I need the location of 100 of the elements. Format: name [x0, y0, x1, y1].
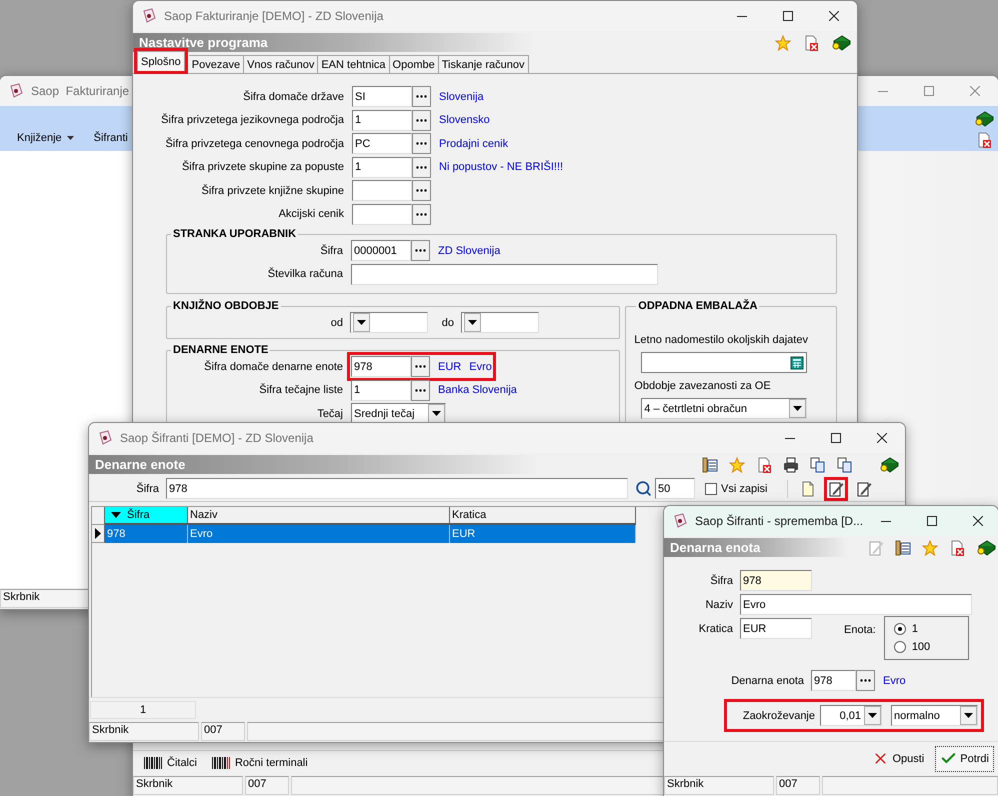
checkbox[interactable]	[705, 482, 717, 494]
code-field[interactable]: PC	[352, 133, 412, 154]
help-book-icon[interactable]	[831, 34, 851, 52]
confirm-button[interactable]: Potrdi	[935, 746, 994, 772]
dropdown-button[interactable]	[464, 313, 481, 332]
browse-button[interactable]	[411, 380, 430, 400]
dropdown-button[interactable]	[960, 706, 977, 725]
cancel-button[interactable]: Opusti	[867, 746, 930, 772]
limit-field[interactable]: 50	[655, 478, 695, 499]
columns-icon[interactable]	[702, 456, 718, 472]
code-field[interactable]: 1	[352, 110, 412, 130]
field-label: Naziv	[704, 598, 733, 610]
printer-icon[interactable]	[783, 456, 799, 472]
menu-item[interactable]: Šifranti	[94, 132, 128, 144]
field-label: Denarna enota	[730, 674, 804, 686]
close-icon	[973, 516, 984, 526]
delete-document-icon[interactable]	[976, 132, 992, 148]
field-label: Kratica	[698, 622, 733, 634]
code-field[interactable]: SI	[352, 86, 412, 107]
toolbar-button[interactable]: Čitalci	[143, 756, 197, 770]
text-field[interactable]	[351, 264, 658, 284]
ellipsis-icon	[416, 189, 427, 192]
tab[interactable]: Opombe	[390, 55, 439, 73]
columns-icon[interactable]	[895, 540, 911, 556]
radio-button[interactable]	[894, 623, 906, 635]
column-header[interactable]: Šifra	[105, 507, 188, 525]
search-field[interactable]: 978	[166, 478, 628, 499]
browse-button[interactable]	[411, 356, 430, 377]
code-field[interactable]	[352, 204, 412, 224]
delete-document-icon[interactable]	[803, 34, 819, 50]
field-label: Šifra tečajne liste	[258, 384, 343, 396]
tab[interactable]: Vnos računov	[244, 55, 318, 73]
field-label: Obdobje zavezanosti za OE	[634, 380, 772, 392]
star-icon[interactable]	[775, 34, 791, 50]
browse-button[interactable]	[412, 86, 431, 107]
star-icon[interactable]	[729, 456, 745, 472]
dropdown-button[interactable]	[789, 399, 806, 418]
caret-icon	[793, 406, 802, 411]
dropdown-field[interactable]	[350, 312, 428, 333]
group-title: DENARNE ENOTE	[172, 345, 270, 356]
code-field[interactable]: 978	[351, 356, 411, 377]
amount-field[interactable]	[641, 352, 808, 373]
delete-document-icon[interactable]	[949, 540, 965, 556]
help-book-icon[interactable]	[976, 538, 996, 556]
delete-document-icon[interactable]	[756, 456, 772, 472]
app-icon	[672, 513, 688, 529]
group-title: KNJIŽNO OBDOBJE	[172, 301, 280, 312]
dropdown-button[interactable]	[864, 706, 881, 725]
barcode-icon[interactable]	[143, 756, 163, 770]
barcode-icon[interactable]	[210, 756, 231, 770]
table-row[interactable]: 978 Evro EUR	[92, 525, 636, 543]
menu-item[interactable]: Knjiženje	[17, 132, 74, 144]
edit-icon[interactable]	[856, 480, 872, 496]
browse-button[interactable]	[412, 204, 431, 224]
help-book-icon[interactable]	[974, 110, 994, 128]
code-field[interactable]: 978	[811, 670, 856, 691]
toolbar-button[interactable]: Ročni terminali	[210, 756, 308, 770]
tab[interactable]: EAN tehtnica	[318, 55, 390, 73]
column-header[interactable]: Kratica	[450, 507, 636, 525]
code-field[interactable]: 0000001	[351, 240, 411, 261]
help-book-icon[interactable]	[879, 456, 899, 474]
dropdown-field[interactable]: normalno	[891, 705, 978, 726]
status-cell: 007	[245, 776, 289, 795]
name-field[interactable]: Evro	[740, 594, 972, 615]
dropdown-button[interactable]	[353, 313, 370, 332]
copy-icon[interactable]	[810, 456, 826, 472]
browse-button[interactable]	[856, 670, 875, 691]
lookup-description: Evro	[469, 360, 492, 372]
edit-document-icon[interactable]	[828, 480, 844, 496]
caret-icon	[432, 411, 441, 416]
code-field[interactable]: 1	[352, 156, 412, 178]
tab[interactable]: Splošno	[137, 51, 185, 71]
dropdown-field[interactable]: Srednji tečaj	[351, 403, 446, 424]
table-cell: Evro	[188, 525, 450, 543]
abbreviation-field[interactable]: EUR	[740, 618, 812, 639]
copy-icon[interactable]	[837, 456, 853, 472]
tab[interactable]: Povezave	[188, 55, 244, 73]
dropdown-field[interactable]	[461, 312, 539, 333]
dropdown-field[interactable]: 4 – četrtletni obračun	[641, 398, 808, 419]
browse-button[interactable]	[412, 133, 431, 154]
dropdown-field[interactable]: 0,01	[820, 705, 882, 726]
sort-icon	[111, 512, 121, 518]
radio-button[interactable]	[894, 641, 906, 653]
dropdown-button[interactable]	[428, 404, 445, 423]
code-field[interactable]: 1	[351, 380, 411, 400]
code-field[interactable]: 978	[740, 570, 812, 591]
browse-button[interactable]	[412, 180, 431, 201]
browse-button[interactable]	[412, 110, 431, 130]
new-document-icon[interactable]	[800, 480, 816, 496]
lookup-description: Prodajni cenik	[439, 138, 508, 150]
tab[interactable]: Tiskanje računov	[438, 55, 528, 73]
column-header[interactable]: Naziv	[188, 507, 450, 525]
star-icon[interactable]	[922, 540, 938, 556]
calculator-icon[interactable]	[790, 356, 804, 370]
group-title: ODPADNA EMBALAŽA	[637, 301, 758, 312]
ellipsis-icon	[416, 118, 427, 122]
table-cell: EUR	[450, 525, 636, 543]
code-field[interactable]	[352, 180, 412, 201]
browse-button[interactable]	[411, 240, 430, 261]
browse-button[interactable]	[412, 156, 431, 178]
